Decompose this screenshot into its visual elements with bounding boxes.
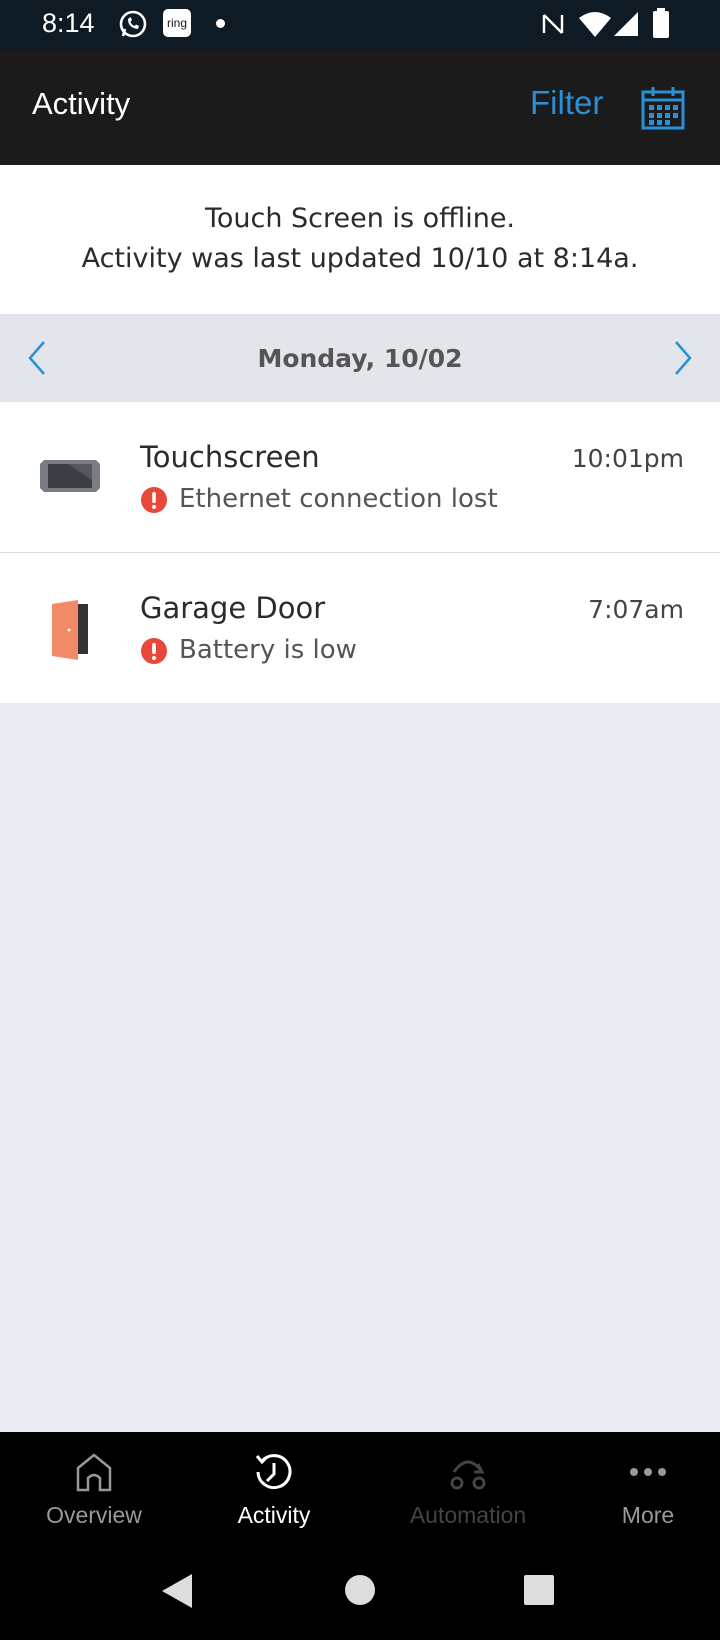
alert-icon — [141, 638, 167, 664]
tab-label: Activity — [237, 1502, 311, 1528]
status-bar: 8:14 ring — [0, 0, 720, 50]
device-name: Garage Door — [140, 591, 326, 625]
battery-icon — [653, 8, 669, 38]
bottom-nav: Overview Activity Automation More — [0, 1432, 720, 1547]
offline-message: Touch Screen is offline. — [204, 203, 516, 234]
tab-activity[interactable]: Activity — [184, 1432, 364, 1547]
door-icon — [52, 600, 88, 660]
app-header: Activity Filter — [0, 50, 720, 165]
history-icon — [255, 1454, 292, 1490]
automation-icon — [450, 1460, 486, 1490]
nfc-icon — [542, 14, 564, 34]
signal-icon — [614, 12, 638, 36]
event-description: Battery is low — [179, 635, 357, 665]
event-description: Ethernet connection lost — [179, 484, 498, 514]
date-navigator: Monday, 10/02 — [0, 314, 720, 402]
tab-label: More — [621, 1502, 675, 1528]
alert-icon — [141, 487, 167, 513]
status-time: 8:14 — [42, 8, 95, 38]
home-icon — [76, 1453, 112, 1492]
event-time: 7:07am — [588, 595, 684, 624]
current-date: Monday, 10/02 — [257, 344, 463, 373]
activity-row[interactable]: Garage Door 7:07am Battery is low — [0, 553, 720, 703]
event-time: 10:01pm — [571, 444, 684, 473]
tab-label: Overview — [46, 1502, 142, 1528]
system-nav — [0, 1547, 720, 1640]
recents-icon[interactable] — [523, 1574, 555, 1606]
chevron-right-icon[interactable] — [668, 338, 698, 378]
whatsapp-icon — [119, 10, 147, 38]
more-icon — [630, 1468, 666, 1476]
activity-row[interactable]: Touchscreen 10:01pm Ethernet connection … — [0, 402, 720, 553]
tab-automation[interactable]: Automation — [378, 1432, 558, 1547]
wifi-icon — [579, 12, 611, 37]
tab-overview[interactable]: Overview — [4, 1432, 184, 1547]
dot-icon — [216, 19, 225, 28]
back-icon[interactable] — [160, 1572, 194, 1610]
offline-banner: Touch Screen is offline. Activity was la… — [0, 165, 720, 314]
tab-more[interactable]: More — [558, 1432, 720, 1547]
filter-button[interactable]: Filter — [530, 84, 603, 122]
page-title: Activity — [32, 86, 131, 121]
calendar-icon[interactable] — [641, 86, 685, 130]
ring-icon: ring — [163, 9, 191, 37]
tab-label: Automation — [409, 1502, 527, 1528]
last-updated-message: Activity was last updated 10/10 at 8:14a… — [81, 243, 639, 274]
touchscreen-icon — [40, 460, 100, 492]
home-button-icon[interactable] — [343, 1573, 377, 1607]
device-name: Touchscreen — [140, 440, 320, 474]
